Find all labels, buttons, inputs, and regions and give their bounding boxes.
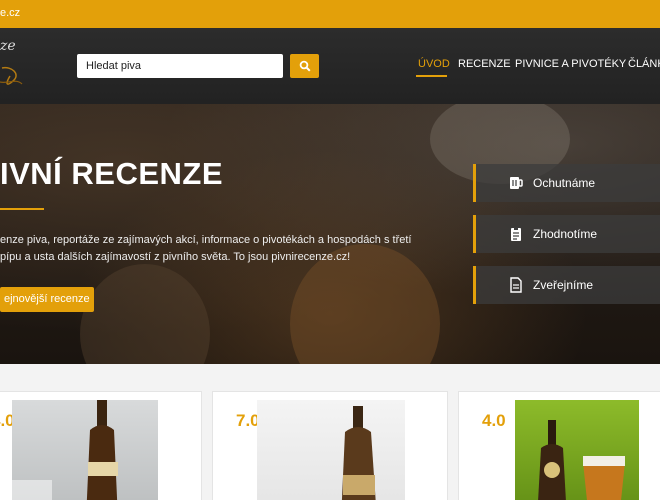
beer-bottle-image: [341, 406, 376, 500]
beer-photo[interactable]: [515, 400, 639, 500]
review-rating: 4.0: [482, 411, 506, 430]
hero-barrel: [80, 264, 210, 364]
review-card[interactable]: 4.0: [458, 391, 660, 500]
feature-label: Ochutnáme: [533, 176, 596, 190]
document-icon: [510, 277, 522, 293]
beer-bottle-image: [12, 400, 118, 500]
nav-item-uvod[interactable]: ÚVOD: [418, 58, 450, 70]
hero-section: IVNÍ RECENZE enze piva, reportáže ze zaj…: [0, 104, 660, 364]
nav-active-indicator: [416, 75, 447, 77]
beer-mug-icon: [510, 177, 523, 189]
site-logo[interactable]: ze: [0, 38, 16, 54]
nav-item-pivnice[interactable]: PIVNICE A PIVOTÉKY: [515, 58, 626, 70]
feature-ochutname: Ochutnáme: [473, 164, 660, 202]
nav-item-recenze[interactable]: RECENZE: [458, 58, 511, 70]
top-bar: e.cz: [0, 0, 660, 28]
nav-item-clanky[interactable]: ČLÁNK: [628, 58, 660, 70]
latest-reviews-button[interactable]: ejnovější recenze: [0, 287, 94, 312]
hero-description: enze piva, reportáže ze zajímavých akcí,…: [0, 234, 412, 263]
top-bar-domain[interactable]: e.cz: [0, 7, 20, 19]
beer-photo[interactable]: [12, 400, 158, 500]
hero-divider: [0, 208, 44, 210]
main-nav: ÚVOD RECENZE PIVNICE A PIVOTÉKY ČLÁNK: [0, 58, 660, 78]
review-card[interactable]: 7.0: [212, 391, 448, 500]
feature-label: Zhodnotíme: [533, 227, 598, 241]
review-card[interactable]: 4.0: [0, 391, 202, 500]
beer-bottle-image: [538, 420, 625, 500]
hero-title: IVNÍ RECENZE: [0, 156, 224, 191]
beer-photo[interactable]: [257, 400, 405, 500]
clipboard-icon: [511, 227, 521, 241]
feature-label: Zveřejníme: [533, 278, 594, 292]
feature-zhodnotime: Zhodnotíme: [473, 215, 660, 253]
feature-zverejnime: Zveřejníme: [473, 266, 660, 304]
